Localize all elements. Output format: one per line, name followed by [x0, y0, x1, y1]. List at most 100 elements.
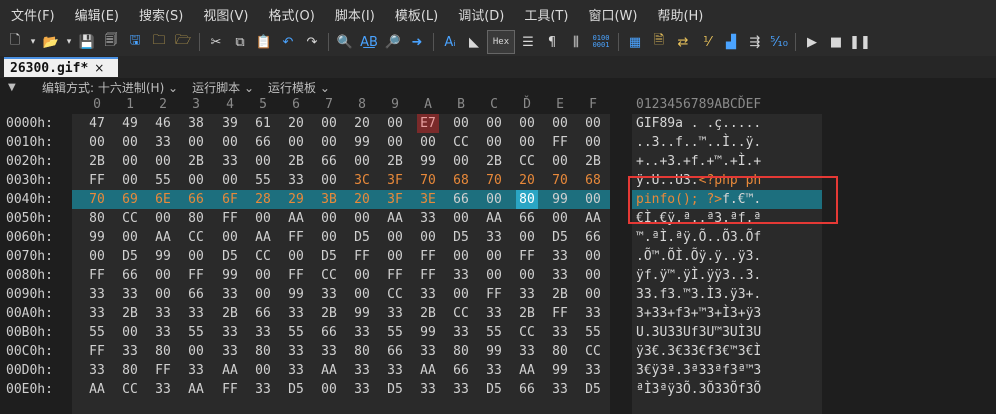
- menu-item[interactable]: 脚本(I): [325, 5, 385, 24]
- hex-byte[interactable]: CC: [516, 323, 538, 342]
- hex-byte[interactable]: 00: [417, 133, 439, 152]
- hex-byte[interactable]: AA: [219, 361, 241, 380]
- hex-byte[interactable]: 33: [450, 323, 472, 342]
- collapse-icon[interactable]: ▼: [0, 82, 28, 93]
- ascii-text[interactable]: GIF89a . .ç.....: [636, 114, 761, 133]
- hex-byte[interactable]: FF: [351, 247, 373, 266]
- hex-byte[interactable]: 69: [119, 190, 141, 209]
- hex-byte[interactable]: 33: [285, 342, 307, 361]
- save-icon[interactable]: 💾: [76, 31, 98, 53]
- redo-icon[interactable]: ↷: [301, 31, 323, 53]
- hex-byte[interactable]: 70: [86, 190, 108, 209]
- hex-byte[interactable]: 00: [384, 133, 406, 152]
- hex-byte[interactable]: CC: [252, 247, 274, 266]
- hex-byte[interactable]: 99: [86, 228, 108, 247]
- hex-byte[interactable]: FF: [285, 266, 307, 285]
- hex-byte[interactable]: 00: [450, 247, 472, 266]
- hex-byte[interactable]: 33: [152, 380, 174, 399]
- hex-byte[interactable]: 00: [483, 114, 505, 133]
- hex-byte[interactable]: 61: [252, 114, 274, 133]
- hex-byte[interactable]: 2B: [86, 152, 108, 171]
- hex-byte[interactable]: 33: [483, 361, 505, 380]
- highlight-icon[interactable]: ◣: [463, 31, 485, 53]
- ascii-text[interactable]: ÿf.ÿ™.ÿÌ.ÿÿ3..3.: [636, 266, 761, 285]
- hex-byte[interactable]: 33: [152, 323, 174, 342]
- hex-byte[interactable]: 99: [549, 190, 571, 209]
- hex-byte[interactable]: 2B: [417, 304, 439, 323]
- hex-byte[interactable]: 00: [252, 209, 274, 228]
- hex-byte[interactable]: 33: [417, 342, 439, 361]
- hex-byte[interactable]: 3E: [417, 190, 439, 209]
- hex-byte[interactable]: 6E: [152, 190, 174, 209]
- hex-byte[interactable]: 80: [351, 342, 373, 361]
- hex-byte[interactable]: 33: [384, 361, 406, 380]
- ascii-text[interactable]: .Õ™.ÕÌ.Õÿ.ÿ..ÿ3.: [636, 247, 761, 266]
- run-icon[interactable]: ▶: [801, 31, 823, 53]
- hex-byte[interactable]: 3F: [384, 171, 406, 190]
- hex-byte[interactable]: 33: [351, 323, 373, 342]
- hex-byte[interactable]: AA: [252, 228, 274, 247]
- hex-byte[interactable]: 80: [185, 209, 207, 228]
- hex-byte[interactable]: 00: [318, 171, 340, 190]
- hex-byte[interactable]: 00: [252, 285, 274, 304]
- hex-byte[interactable]: 33: [483, 304, 505, 323]
- hex-byte[interactable]: D5: [450, 228, 472, 247]
- hex-byte[interactable]: 00: [351, 152, 373, 171]
- hex-byte[interactable]: 00: [318, 209, 340, 228]
- ascii-text[interactable]: ªÌ3ªÿ3Õ.3Õ33Õf3Õ: [636, 380, 761, 399]
- hex-byte[interactable]: 6F: [219, 190, 241, 209]
- hex-byte[interactable]: 33: [252, 380, 274, 399]
- hex-byte[interactable]: 00: [185, 133, 207, 152]
- hex-byte[interactable]: 00: [285, 133, 307, 152]
- hex-byte[interactable]: FF: [86, 171, 108, 190]
- hex-byte[interactable]: 00: [86, 133, 108, 152]
- hex-byte[interactable]: 00: [318, 133, 340, 152]
- hex-byte[interactable]: 33: [582, 304, 604, 323]
- hex-byte[interactable]: 66: [450, 190, 472, 209]
- close-icon[interactable]: ×: [94, 61, 104, 75]
- hex-byte[interactable]: 39: [219, 114, 241, 133]
- tab-26300-gif[interactable]: 26300.gif* ×: [4, 57, 118, 77]
- hex-byte[interactable]: 33: [450, 266, 472, 285]
- hex-byte[interactable]: D5: [219, 247, 241, 266]
- copy-icon[interactable]: ⧉: [229, 31, 251, 53]
- hex-byte[interactable]: 00: [119, 171, 141, 190]
- hex-byte[interactable]: 66: [582, 228, 604, 247]
- hex-byte[interactable]: 00: [285, 247, 307, 266]
- hex-byte[interactable]: 00: [516, 133, 538, 152]
- find-icon[interactable]: 🔍: [334, 31, 356, 53]
- hex-byte[interactable]: 00: [582, 247, 604, 266]
- hex-byte[interactable]: 66: [516, 209, 538, 228]
- hex-byte[interactable]: 00: [417, 228, 439, 247]
- run-script-dropdown[interactable]: 运行脚本 ⌄: [192, 79, 254, 96]
- hex-byte[interactable]: FF: [152, 361, 174, 380]
- hex-byte[interactable]: 46: [152, 114, 174, 133]
- binary-view-button[interactable]: 0100 0001: [589, 31, 613, 53]
- hex-byte[interactable]: FF: [549, 304, 571, 323]
- workspace-icon[interactable]: 🗁: [172, 31, 194, 53]
- hex-byte[interactable]: 00: [152, 152, 174, 171]
- hex-byte[interactable]: AA: [417, 361, 439, 380]
- hex-byte[interactable]: 00: [516, 266, 538, 285]
- hex-byte[interactable]: CC: [450, 304, 472, 323]
- hex-byte[interactable]: 33: [285, 304, 307, 323]
- hex-byte[interactable]: 20: [516, 171, 538, 190]
- hex-byte[interactable]: 49: [119, 114, 141, 133]
- hex-byte[interactable]: 00: [582, 266, 604, 285]
- hex-byte[interactable]: AA: [318, 361, 340, 380]
- hex-byte[interactable]: 00: [119, 228, 141, 247]
- hex-byte[interactable]: 00: [318, 228, 340, 247]
- hex-byte[interactable]: 00: [318, 114, 340, 133]
- hex-byte[interactable]: 80: [516, 190, 538, 209]
- find-in-files-icon[interactable]: 🔎: [382, 31, 404, 53]
- hex-byte[interactable]: CC: [318, 266, 340, 285]
- hex-byte[interactable]: FF: [417, 247, 439, 266]
- menu-item[interactable]: 工具(T): [514, 5, 578, 24]
- hex-byte[interactable]: 3B: [318, 190, 340, 209]
- format-icon[interactable]: ☰: [517, 31, 539, 53]
- hex-byte[interactable]: 00: [582, 285, 604, 304]
- hex-byte[interactable]: D5: [483, 380, 505, 399]
- hex-byte[interactable]: CC: [384, 285, 406, 304]
- ascii-text[interactable]: 33.f3.™3.Ì3.ÿ3+.: [636, 285, 761, 304]
- hex-byte[interactable]: 99: [351, 133, 373, 152]
